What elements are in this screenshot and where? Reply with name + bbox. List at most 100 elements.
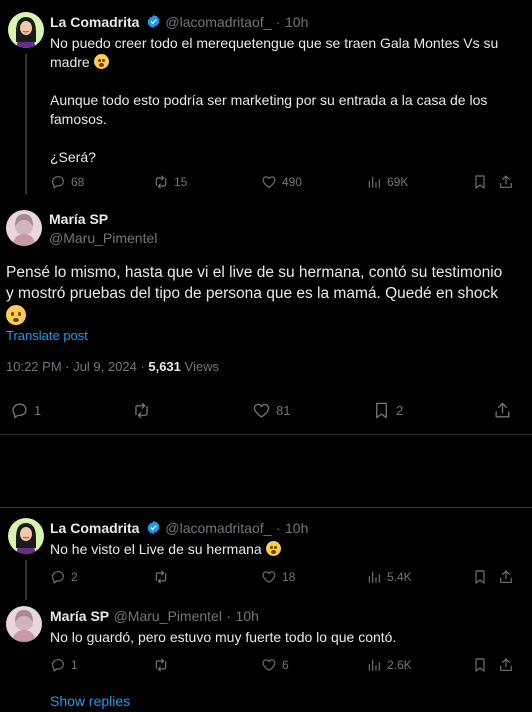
- bookmark-button[interactable]: [472, 569, 488, 585]
- reply-count: 1: [71, 658, 78, 672]
- tweet-line: madre: [50, 54, 90, 70]
- tweet-line: famosos.: [50, 111, 107, 127]
- author-handle[interactable]: @Maru_Pimentel: [114, 608, 222, 624]
- separator: ·: [275, 520, 281, 536]
- bookmark-icon: [475, 570, 485, 584]
- share-button[interactable]: [493, 401, 512, 420]
- share-button[interactable]: [498, 174, 514, 190]
- views-button[interactable]: 5.4K: [366, 569, 412, 585]
- tweet-time[interactable]: 10h: [285, 520, 308, 536]
- reply-button[interactable]: 1: [10, 401, 41, 420]
- repost-button[interactable]: 15: [153, 174, 187, 190]
- reply-icon: [52, 659, 64, 672]
- author-name[interactable]: María SP: [49, 211, 157, 227]
- view-count: 5,631: [148, 359, 181, 374]
- repost-icon: [155, 175, 167, 189]
- bookmark-icon: [376, 402, 387, 418]
- avatar-la-comadrita[interactable]: [8, 12, 44, 48]
- view-count: 69K: [387, 175, 409, 189]
- tweet-line: ¿Será?: [50, 149, 96, 165]
- analytics-icon: [368, 659, 380, 671]
- author-handle[interactable]: @Maru_Pimentel: [49, 230, 157, 246]
- flushed-face-emoji-icon: [93, 54, 109, 69]
- view-count: 5.4K: [387, 570, 412, 584]
- reply-actions: 1 6 2.6K: [0, 655, 532, 675]
- like-button[interactable]: 18: [261, 569, 295, 585]
- reply-button[interactable]: 2: [50, 569, 78, 585]
- share-button[interactable]: [498, 657, 514, 673]
- author-name[interactable]: La Comadrita: [50, 520, 139, 536]
- tweet-line: No puedo creer todo el merequetengue que…: [50, 35, 499, 51]
- verified-badge-icon: [147, 14, 160, 29]
- share-icon: [495, 402, 510, 418]
- reply-count: 2: [71, 570, 78, 584]
- tweet-timestamp[interactable]: 10:22 PM · Jul 9, 2024 ·: [6, 359, 148, 374]
- reply-count: 68: [71, 175, 85, 189]
- bookmark-button[interactable]: [472, 174, 488, 190]
- avatar-maria-sp[interactable]: [6, 210, 42, 246]
- reply-body: No lo guardó, pero estuvo muy fuerte tod…: [50, 628, 396, 647]
- reply-icon: [12, 402, 27, 418]
- like-count: 6: [282, 658, 289, 672]
- bookmark-icon: [475, 658, 485, 672]
- repost-icon: [155, 658, 167, 672]
- reply-button[interactable]: 68: [50, 174, 84, 190]
- avatar-maria-sp[interactable]: [6, 606, 42, 642]
- like-count: 490: [282, 175, 303, 189]
- like-count: 81: [276, 402, 291, 418]
- heart-icon: [262, 176, 276, 188]
- reply-icon: [52, 176, 64, 189]
- views-button[interactable]: 2.6K: [366, 657, 412, 673]
- tweet-line: Aunque todo esto podría ser marketing po…: [50, 92, 488, 108]
- author-name[interactable]: María SP: [50, 608, 109, 624]
- show-replies-link[interactable]: Show replies: [50, 693, 130, 709]
- tweet-meta: 10:22 PM · Jul 9, 2024 · 5,631 Views: [6, 359, 219, 374]
- repost-button[interactable]: [153, 569, 169, 585]
- reply-actions: 2 18 5.4K: [0, 567, 532, 587]
- bookmark-count: 2: [396, 402, 404, 418]
- bookmark-button[interactable]: 2: [372, 401, 403, 420]
- divider: [0, 434, 532, 435]
- worried-face-emoji-icon: [6, 305, 26, 325]
- author-name[interactable]: La Comadrita: [50, 14, 139, 30]
- reply-header: María SP @Maru_Pimentel · 10h: [50, 608, 259, 626]
- share-icon: [500, 175, 512, 188]
- reply-header: La Comadrita @lacomadritaof_ · 10h: [50, 520, 308, 538]
- heart-icon: [262, 659, 276, 671]
- views-label: Views: [180, 359, 219, 374]
- flushed-face-emoji-icon: [265, 541, 281, 556]
- author-handle[interactable]: @lacomadritaof_: [165, 520, 271, 536]
- main-tweet-body: Pensé lo mismo, hasta que vi el live de …: [6, 262, 526, 328]
- separator: ·: [226, 608, 232, 624]
- author-handle[interactable]: @lacomadritaof_: [165, 14, 271, 30]
- verified-badge-icon: [147, 520, 160, 535]
- repost-button[interactable]: [132, 401, 156, 420]
- heart-icon: [262, 571, 276, 583]
- reply-button[interactable]: 1: [50, 657, 78, 673]
- tweet-line: y mostró pruebas del tipo de persona que…: [6, 285, 498, 302]
- reply-body: No he visto el Live de su hermana: [50, 540, 281, 559]
- like-button[interactable]: 490: [261, 174, 302, 190]
- bookmark-icon: [475, 175, 485, 189]
- share-icon: [500, 658, 512, 671]
- repost-count: 15: [174, 175, 188, 189]
- avatar-la-comadrita[interactable]: [8, 518, 44, 554]
- reply-text: No lo guardó, pero estuvo muy fuerte tod…: [50, 629, 397, 645]
- like-button[interactable]: 6: [261, 657, 289, 673]
- translate-post-link[interactable]: Translate post: [6, 328, 88, 343]
- tweet-line: Pensé lo mismo, hasta que vi el live de …: [6, 264, 503, 281]
- views-button[interactable]: 69K: [366, 174, 408, 190]
- like-count: 18: [282, 570, 296, 584]
- tweet-actions: 68 15 490 69K: [0, 172, 532, 192]
- bookmark-button[interactable]: [472, 657, 488, 673]
- tweet-time[interactable]: 10h: [236, 608, 259, 624]
- view-count: 2.6K: [387, 658, 412, 672]
- tweet-line-with-emoji: madre: [50, 53, 520, 72]
- like-button[interactable]: 81: [252, 401, 290, 420]
- analytics-icon: [368, 571, 380, 583]
- tweet-time[interactable]: 10h: [285, 14, 308, 30]
- repost-icon: [135, 402, 148, 418]
- reply-count: 1: [34, 402, 42, 418]
- repost-button[interactable]: [153, 657, 169, 673]
- share-button[interactable]: [498, 569, 514, 585]
